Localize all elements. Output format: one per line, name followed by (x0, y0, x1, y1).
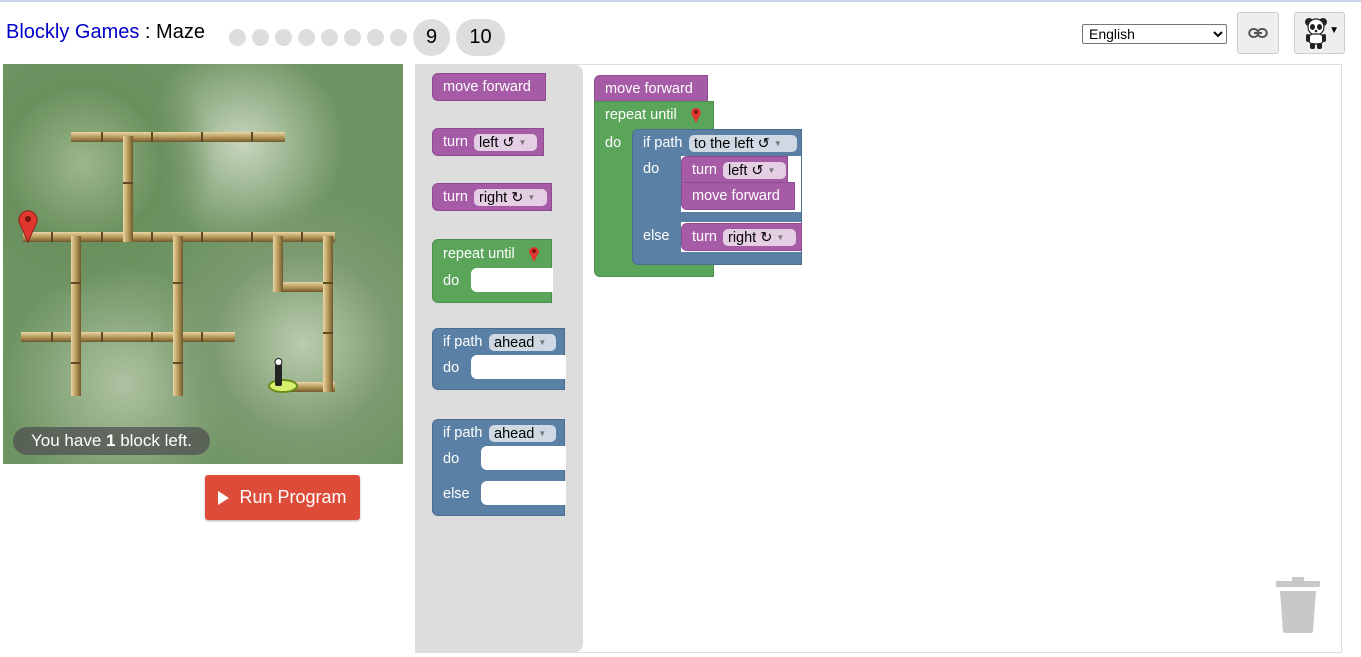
title-separator: : (139, 21, 157, 43)
block-label: repeat until (443, 246, 515, 262)
level-2-dot[interactable] (252, 29, 269, 46)
level-6-dot[interactable] (344, 29, 361, 46)
bamboo-path (71, 236, 81, 396)
chevron-down-icon: ▼ (538, 429, 547, 438)
block-label: if path (643, 135, 683, 151)
level-next-button[interactable]: 10 (456, 19, 505, 56)
block-label: if path (443, 334, 483, 350)
path-dropdown[interactable]: to the left ↺ ▼ (689, 135, 797, 152)
run-program-label: Run Program (239, 487, 347, 507)
panda-icon (1305, 18, 1327, 49)
bamboo-path (123, 136, 133, 242)
status-prefix: You have (31, 431, 106, 450)
direction-value: left ↺ (479, 135, 515, 151)
level-8-dot[interactable] (390, 29, 407, 46)
chevron-down-icon: ▼ (773, 139, 782, 148)
map-marker-icon (691, 108, 701, 123)
level-1-dot[interactable] (229, 29, 246, 46)
chevron-down-icon: ▼ (518, 138, 527, 147)
else-label: else (643, 228, 670, 244)
bamboo-path (273, 236, 283, 292)
do-statement-slot[interactable] (471, 355, 566, 379)
path-value: ahead (494, 335, 535, 351)
map-marker-icon (529, 247, 539, 262)
direction-value: left ↺ (728, 163, 764, 179)
do-statement-slot[interactable] (471, 268, 553, 292)
direction-dropdown[interactable]: left ↺ ▼ (723, 162, 786, 179)
path-dropdown[interactable]: ahead ▼ (489, 334, 556, 351)
status-suffix: block left. (115, 431, 193, 450)
toolbox-flyout: move forward turn left ↺ ▼ turn right ↻ ▼ … (416, 65, 583, 652)
link-button[interactable] (1237, 12, 1279, 54)
link-icon (1248, 28, 1268, 38)
do-statement-slot[interactable] (481, 446, 566, 470)
block-label: turn (692, 229, 717, 245)
level-selector: 9 10 (229, 19, 511, 56)
do-label: do (443, 451, 460, 467)
bamboo-path (173, 236, 183, 396)
do-label: do (643, 161, 660, 177)
level-7-dot[interactable] (367, 29, 384, 46)
blocks-left-status: You have 1 block left. (13, 427, 211, 455)
chevron-down-icon: ▼ (527, 193, 536, 202)
play-icon (218, 490, 230, 505)
caret-down-icon: ▼ (1329, 25, 1339, 36)
program-turn-right-block[interactable]: turn right ↻ ▼ (681, 223, 802, 251)
account-menu-button[interactable]: ▼ (1294, 12, 1345, 54)
block-label: move forward (605, 81, 693, 97)
program-turn-left-block[interactable]: turn left ↺ ▼ (681, 156, 788, 184)
do-label: do (443, 360, 460, 376)
direction-value: right ↻ (479, 190, 524, 206)
path-value: to the left ↺ (694, 136, 770, 152)
path-value: ahead (494, 426, 535, 442)
path-dropdown[interactable]: ahead ▼ (489, 425, 556, 442)
direction-dropdown[interactable]: right ↻ ▼ (474, 189, 547, 206)
else-label: else (443, 486, 470, 502)
direction-dropdown[interactable]: left ↺ ▼ (474, 134, 537, 151)
do-label: do (605, 135, 622, 151)
blockly-workspace[interactable]: move forward turn left ↺ ▼ turn right ↻ ▼ … (415, 64, 1342, 653)
else-statement-slot[interactable] (481, 481, 566, 505)
app-name-link[interactable]: Blockly Games (6, 21, 139, 43)
program-move-forward-block[interactable]: move forward (594, 75, 708, 103)
chevron-down-icon: ▼ (767, 166, 776, 175)
block-label: repeat until (605, 107, 677, 123)
trash-icon[interactable] (1276, 577, 1320, 633)
block-label: if path (443, 425, 483, 441)
toolbox-move-forward-block[interactable]: move forward (432, 73, 546, 101)
toolbox-if-path-block[interactable]: if path ahead ▼ do (432, 328, 566, 390)
toolbox-turn-right-block[interactable]: turn right ↻ ▼ (432, 183, 552, 211)
page-title: Blockly Games : Maze (6, 21, 205, 44)
direction-value: right ↻ (728, 230, 773, 246)
block-label: turn (692, 162, 717, 178)
maze-display: You have 1 block left. (3, 64, 403, 464)
do-label: do (443, 273, 460, 289)
level-3-dot[interactable] (275, 29, 292, 46)
program-move-forward-inner-block[interactable]: move forward (681, 182, 795, 210)
level-current-button[interactable]: 9 (413, 19, 450, 56)
chevron-down-icon: ▼ (776, 233, 785, 242)
block-label: turn (443, 189, 468, 205)
block-label: turn (443, 134, 468, 150)
direction-dropdown[interactable]: right ↻ ▼ (723, 229, 796, 246)
bamboo-path (323, 236, 333, 392)
toolbox-repeat-until-block[interactable]: repeat until do (432, 239, 553, 303)
game-name: Maze (156, 21, 205, 43)
toolbox-turn-left-block[interactable]: turn left ↺ ▼ (432, 128, 544, 156)
level-5-dot[interactable] (321, 29, 338, 46)
run-program-button[interactable]: Run Program (205, 475, 360, 520)
maze-paths (18, 132, 335, 396)
chevron-down-icon: ▼ (538, 338, 547, 347)
toolbox-if-else-block[interactable]: if path ahead ▼ do else (432, 419, 566, 516)
block-label: move forward (443, 79, 531, 95)
pegman-icon (268, 358, 298, 393)
language-select[interactable]: English (1082, 24, 1227, 44)
level-4-dot[interactable] (298, 29, 315, 46)
block-label: move forward (692, 188, 780, 204)
